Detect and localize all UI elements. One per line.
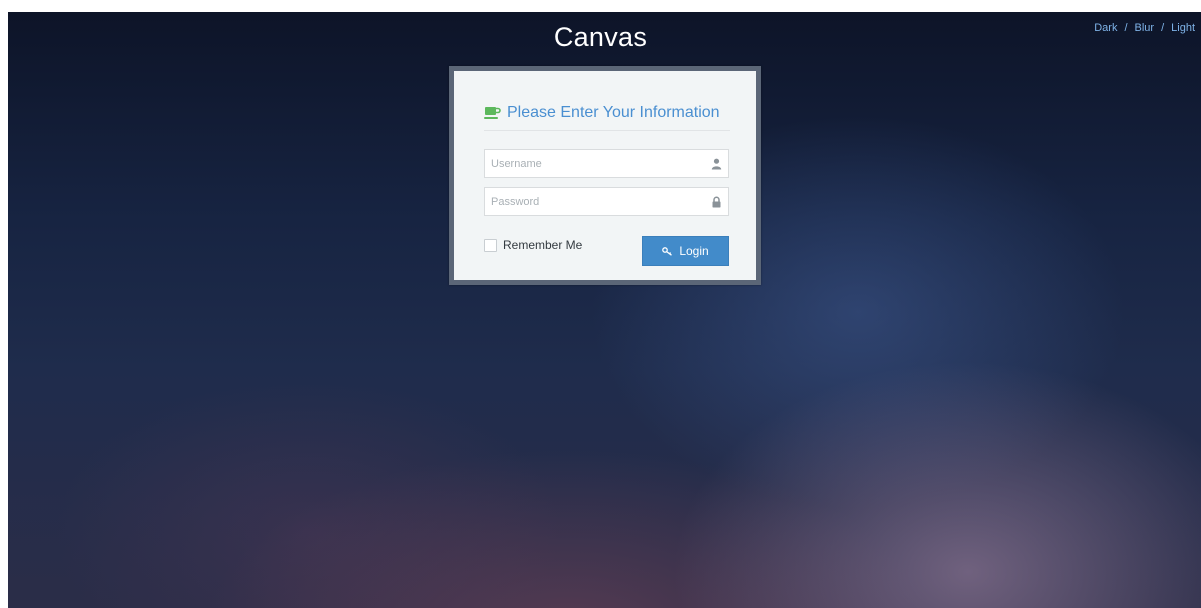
- login-card: Please Enter Your Information Remember M…: [449, 66, 761, 285]
- theme-blur-link[interactable]: Blur: [1135, 22, 1155, 34]
- login-button[interactable]: Login: [642, 236, 729, 266]
- password-field: [484, 187, 729, 216]
- key-icon: [662, 246, 673, 256]
- theme-light-link[interactable]: Light: [1171, 22, 1195, 34]
- remember-me-label: Remember Me: [503, 238, 583, 252]
- username-input[interactable]: [485, 150, 728, 177]
- theme-switcher: Dark / Blur / Light: [1094, 22, 1195, 34]
- login-card-header: Please Enter Your Information: [484, 103, 730, 131]
- theme-separator: /: [1124, 22, 1128, 34]
- login-card-title: Please Enter Your Information: [507, 104, 720, 121]
- remember-me-checkbox[interactable]: [484, 238, 497, 252]
- user-icon: [711, 158, 722, 170]
- theme-dark-link[interactable]: Dark: [1094, 22, 1117, 34]
- username-field: [484, 149, 729, 178]
- lock-icon: [712, 196, 721, 208]
- password-input[interactable]: [485, 188, 728, 215]
- app-title: Canvas: [553, 22, 648, 52]
- theme-separator: /: [1161, 22, 1165, 34]
- coffee-cup-icon: [484, 107, 501, 119]
- remember-me[interactable]: Remember Me: [484, 238, 582, 252]
- login-button-label: Login: [679, 244, 709, 258]
